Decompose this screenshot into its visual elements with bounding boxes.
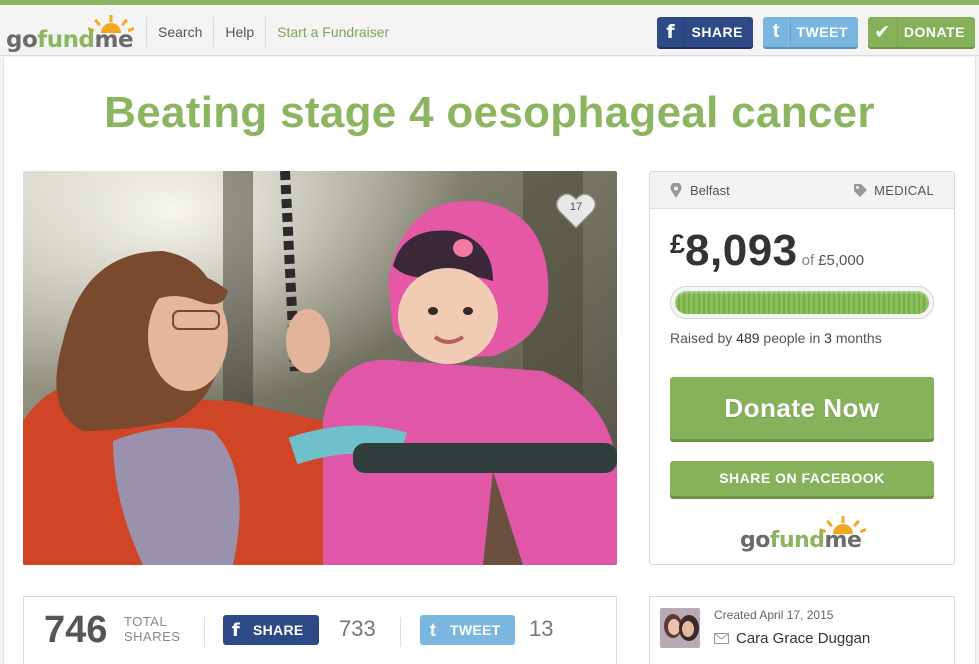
site-header: gofundme Search Help Start a Fundraiser … xyxy=(0,5,979,56)
divider xyxy=(400,617,401,647)
of-label: of xyxy=(801,252,815,269)
twitter-icon: t xyxy=(429,619,437,640)
months-count: 3 xyxy=(824,330,832,346)
campaign-photo[interactable] xyxy=(23,171,617,565)
facebook-icon: f xyxy=(231,619,241,641)
tag-icon xyxy=(854,184,868,197)
tweet-count: 13 xyxy=(529,616,554,641)
currency-symbol: £ xyxy=(670,229,686,259)
gofundme-logo[interactable]: gofundme xyxy=(6,15,134,55)
logo-wordmark: gofundme xyxy=(740,528,862,553)
total-shares-count: 746 xyxy=(44,609,108,651)
nav-start-fundraiser[interactable]: Start a Fundraiser xyxy=(265,17,400,47)
nav-search[interactable]: Search xyxy=(146,17,213,47)
envelope-icon xyxy=(714,633,729,644)
people-count: 489 xyxy=(736,330,760,346)
raised-by-text: Raised by 489 people in 3 months xyxy=(670,330,882,346)
campaign-photo-illustration xyxy=(23,171,617,565)
header-tweet-button[interactable]: t TWEET xyxy=(763,17,858,47)
header-facebook-share-button[interactable]: f SHARE xyxy=(657,17,753,47)
goal-amount: £5,000 xyxy=(818,252,865,269)
map-pin-icon xyxy=(670,183,682,198)
creator-name[interactable]: Cara Grace Duggan xyxy=(714,630,870,647)
facebook-share-button[interactable]: f SHARE xyxy=(223,615,319,645)
main-nav: Search Help Start a Fundraiser xyxy=(146,17,400,47)
donate-now-button[interactable]: Donate Now xyxy=(670,377,934,439)
header-donate-button[interactable]: ✔ DONATE xyxy=(868,17,975,47)
facebook-icon: f xyxy=(657,17,686,47)
raised-amount: 8,093 xyxy=(685,226,798,275)
total-shares-label: TOTAL SHARES xyxy=(124,614,181,644)
campaign-title: Beating stage 4 oesophageal cancer xyxy=(104,88,875,137)
location: Belfast xyxy=(670,183,730,198)
progress-bar xyxy=(670,286,934,319)
heart-count: 17 xyxy=(569,201,583,213)
divider xyxy=(204,617,205,647)
created-date: Created April 17, 2015 xyxy=(714,608,834,622)
creator-panel: Created April 17, 2015 Cara Grace Duggan xyxy=(649,596,955,664)
footer-gofundme-logo[interactable]: gofundme xyxy=(740,516,866,556)
avatar-image xyxy=(660,608,700,648)
location-label: Belfast xyxy=(690,183,730,198)
amount-raised: £ 8,093 of £5,000 xyxy=(670,226,864,276)
share-stats-bar: 746 TOTAL SHARES f SHARE 733 t TWEET 13 xyxy=(23,596,617,664)
category[interactable]: MEDICAL xyxy=(853,183,934,198)
donation-panel: Belfast MEDICAL £ 8,093 of £5,000 Raised… xyxy=(649,171,955,565)
nav-help[interactable]: Help xyxy=(213,17,265,47)
twitter-icon: t xyxy=(763,17,791,47)
logo-wordmark: gofundme xyxy=(6,27,134,53)
avatar[interactable] xyxy=(660,608,700,648)
facebook-share-count: 733 xyxy=(339,616,376,641)
checkmark-icon: ✔ xyxy=(868,17,898,47)
category-label: MEDICAL xyxy=(874,183,934,198)
progress-fill xyxy=(675,291,929,314)
tweet-button[interactable]: t TWEET xyxy=(420,615,515,645)
share-on-facebook-button[interactable]: SHARE ON FACEBOOK xyxy=(670,461,934,496)
campaign-meta-bar: Belfast MEDICAL xyxy=(650,172,954,209)
